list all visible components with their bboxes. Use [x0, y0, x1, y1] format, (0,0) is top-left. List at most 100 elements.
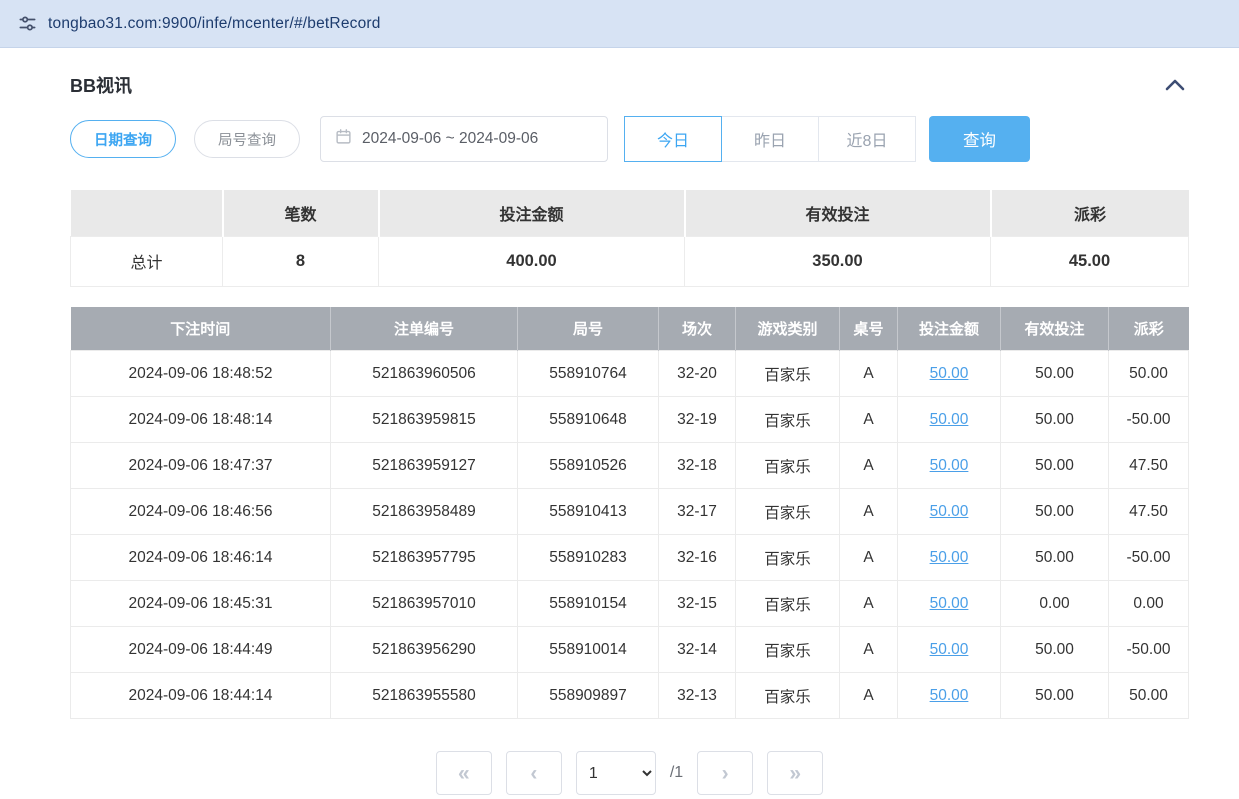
col-order-no: 注单编号: [331, 307, 518, 351]
cell-order-no: 521863956290: [331, 627, 518, 673]
cell-game-type: 百家乐: [736, 489, 840, 535]
collapse-panel-button[interactable]: [1161, 74, 1189, 96]
bet-table-header: 下注时间 注单编号 局号 场次 游戏类别 桌号 投注金额 有效投注 派彩: [71, 307, 1189, 351]
col-round-no: 局号: [518, 307, 659, 351]
cell-round-no: 558910154: [518, 581, 659, 627]
cell-round-no: 558909897: [518, 673, 659, 719]
cell-round-no: 558910648: [518, 397, 659, 443]
summary-payout-value: 45.00: [991, 236, 1189, 286]
quick-filter-today[interactable]: 今日: [624, 116, 722, 162]
browser-address-bar: tongbao31.com:9900/infe/mcenter/#/betRec…: [0, 0, 1239, 48]
bet-table: 下注时间 注单编号 局号 场次 游戏类别 桌号 投注金额 有效投注 派彩 202…: [70, 307, 1189, 720]
quick-filter-yesterday[interactable]: 昨日: [721, 116, 819, 162]
cell-game-type: 百家乐: [736, 673, 840, 719]
bet-amount-link[interactable]: 50.00: [930, 641, 969, 658]
next-page-button[interactable]: ›: [697, 751, 753, 795]
chevron-right-icon: ›: [722, 762, 729, 785]
panel-header: BB视讯: [70, 72, 1189, 98]
col-bet-time: 下注时间: [71, 307, 331, 351]
date-range-value: 2024-09-06 ~ 2024-09-06: [362, 130, 538, 148]
address-url[interactable]: tongbao31.com:9900/infe/mcenter/#/betRec…: [48, 15, 381, 33]
cell-session: 32-16: [659, 535, 736, 581]
col-payout: 派彩: [1109, 307, 1189, 351]
cell-table-no: A: [840, 397, 898, 443]
quick-filter-group: 今日 昨日 近8日: [624, 116, 916, 162]
col-game-type: 游戏类别: [736, 307, 840, 351]
bet-amount-link[interactable]: 50.00: [930, 503, 969, 520]
search-button[interactable]: 查询: [929, 116, 1030, 162]
cell-session: 32-18: [659, 443, 736, 489]
cell-bet-amount: 50.00: [898, 581, 1001, 627]
cell-round-no: 558910413: [518, 489, 659, 535]
cell-payout: 50.00: [1109, 673, 1189, 719]
bet-amount-link[interactable]: 50.00: [930, 411, 969, 428]
summary-total-row: 总计 8 400.00 350.00 45.00: [71, 236, 1189, 286]
date-range-input[interactable]: 2024-09-06 ~ 2024-09-06: [320, 116, 608, 162]
cell-valid-bet: 50.00: [1001, 535, 1109, 581]
cell-order-no: 521863957795: [331, 535, 518, 581]
prev-page-button[interactable]: ‹: [506, 751, 562, 795]
summary-count-value: 8: [223, 236, 379, 286]
quick-filter-last8days[interactable]: 近8日: [818, 116, 916, 162]
col-valid-bet: 有效投注: [1001, 307, 1109, 351]
sum-col-payout: 派彩: [991, 190, 1189, 236]
bet-amount-link[interactable]: 50.00: [930, 687, 969, 704]
cell-order-no: 521863957010: [331, 581, 518, 627]
first-page-button[interactable]: «: [436, 751, 492, 795]
chevron-up-icon: [1163, 82, 1187, 97]
date-query-tab[interactable]: 日期查询: [70, 120, 176, 158]
cell-session: 32-13: [659, 673, 736, 719]
cell-payout: 50.00: [1109, 351, 1189, 397]
cell-game-type: 百家乐: [736, 443, 840, 489]
cell-valid-bet: 50.00: [1001, 489, 1109, 535]
cell-round-no: 558910526: [518, 443, 659, 489]
col-session: 场次: [659, 307, 736, 351]
cell-bet-time: 2024-09-06 18:48:52: [71, 351, 331, 397]
bet-amount-link[interactable]: 50.00: [930, 457, 969, 474]
cell-game-type: 百家乐: [736, 397, 840, 443]
cell-round-no: 558910283: [518, 535, 659, 581]
table-row: 2024-09-06 18:44:49521863956290558910014…: [71, 627, 1189, 673]
cell-payout: 47.50: [1109, 489, 1189, 535]
summary-table: 笔数 投注金额 有效投注 派彩 总计 8 400.00 350.00 45.00: [70, 190, 1189, 287]
page-select[interactable]: 1: [576, 751, 656, 795]
cell-session: 32-15: [659, 581, 736, 627]
cell-table-no: A: [840, 581, 898, 627]
double-chevron-left-icon: «: [458, 762, 470, 785]
cell-bet-amount: 50.00: [898, 673, 1001, 719]
cell-table-no: A: [840, 489, 898, 535]
cell-table-no: A: [840, 673, 898, 719]
summary-bet-amount-value: 400.00: [379, 236, 685, 286]
last-page-button[interactable]: »: [767, 751, 823, 795]
round-query-tab[interactable]: 局号查询: [194, 120, 300, 158]
cell-bet-amount: 50.00: [898, 489, 1001, 535]
summary-header: 笔数 投注金额 有效投注 派彩: [71, 190, 1189, 236]
cell-session: 32-17: [659, 489, 736, 535]
cell-order-no: 521863960506: [331, 351, 518, 397]
cell-bet-amount: 50.00: [898, 443, 1001, 489]
summary-valid-bet-value: 350.00: [685, 236, 991, 286]
sum-col-blank: [71, 190, 223, 236]
total-pages-label: /1: [670, 764, 683, 782]
cell-order-no: 521863959815: [331, 397, 518, 443]
table-row: 2024-09-06 18:47:37521863959127558910526…: [71, 443, 1189, 489]
cell-bet-amount: 50.00: [898, 627, 1001, 673]
cell-valid-bet: 50.00: [1001, 627, 1109, 673]
cell-round-no: 558910014: [518, 627, 659, 673]
cell-payout: -50.00: [1109, 397, 1189, 443]
site-settings-icon[interactable]: [16, 13, 38, 35]
cell-bet-time: 2024-09-06 18:47:37: [71, 443, 331, 489]
cell-table-no: A: [840, 351, 898, 397]
cell-valid-bet: 0.00: [1001, 581, 1109, 627]
table-row: 2024-09-06 18:46:56521863958489558910413…: [71, 489, 1189, 535]
bet-amount-link[interactable]: 50.00: [930, 549, 969, 566]
cell-game-type: 百家乐: [736, 627, 840, 673]
bet-amount-link[interactable]: 50.00: [930, 365, 969, 382]
cell-bet-time: 2024-09-06 18:44:14: [71, 673, 331, 719]
bet-table-header-row: 下注时间 注单编号 局号 场次 游戏类别 桌号 投注金额 有效投注 派彩: [71, 307, 1189, 351]
bet-amount-link[interactable]: 50.00: [930, 595, 969, 612]
cell-bet-time: 2024-09-06 18:45:31: [71, 581, 331, 627]
cell-bet-time: 2024-09-06 18:46:14: [71, 535, 331, 581]
col-table-no: 桌号: [840, 307, 898, 351]
cell-table-no: A: [840, 443, 898, 489]
